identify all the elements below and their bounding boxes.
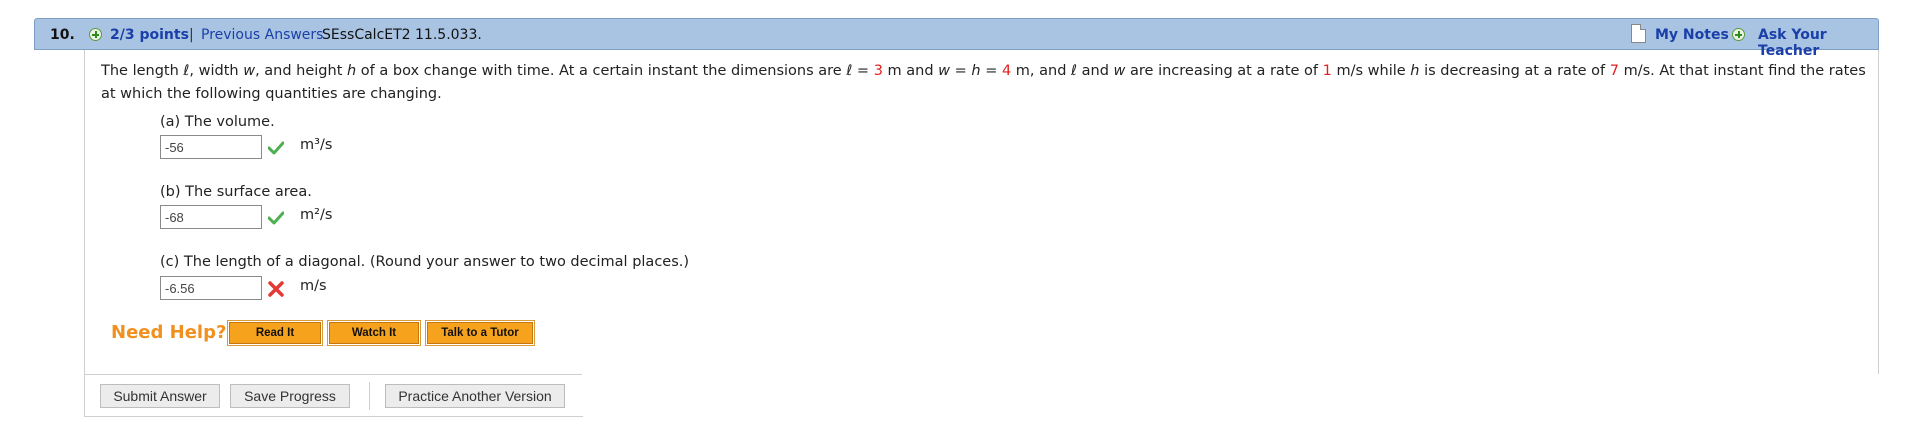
part-b-unit: m²/s xyxy=(300,207,333,223)
part-b-label: (b) The surface area. xyxy=(160,184,312,200)
my-notes-link[interactable]: My Notes xyxy=(1655,27,1729,43)
points-plus-icon[interactable] xyxy=(89,28,102,41)
part-a-unit: m³/s xyxy=(300,137,333,153)
practice-another-version-button[interactable]: Practice Another Version xyxy=(385,384,565,408)
part-c-answer-input[interactable] xyxy=(160,276,262,300)
width-height-value: 4 xyxy=(1001,63,1012,79)
question-number: 10. xyxy=(50,27,75,43)
problem-statement: The length ℓ, width w, and height h of a… xyxy=(101,63,1866,102)
frame-gap xyxy=(582,374,1880,377)
part-a-answer-input[interactable] xyxy=(160,135,262,159)
talk-to-tutor-button[interactable]: Talk to a Tutor xyxy=(425,320,535,346)
read-it-button[interactable]: Read It xyxy=(227,320,323,346)
previous-answers-link[interactable]: Previous Answers xyxy=(201,27,323,43)
footer-divider xyxy=(369,382,370,410)
submit-answer-button[interactable]: Submit Answer xyxy=(100,384,220,408)
length-value: 3 xyxy=(873,63,883,79)
part-c-unit: m/s xyxy=(300,278,327,294)
ask-teacher-plus-icon[interactable] xyxy=(1732,28,1745,41)
save-progress-button[interactable]: Save Progress xyxy=(230,384,350,408)
header-separator: | xyxy=(189,27,194,43)
part-b-answer-input[interactable] xyxy=(160,205,262,229)
correct-check-icon xyxy=(268,211,284,225)
decrease-rate-value: 7 xyxy=(1609,63,1619,79)
part-a-label: (a) The volume. xyxy=(160,114,275,130)
points-link[interactable]: 2/3 points xyxy=(110,27,189,43)
part-c-label: (c) The length of a diagonal. (Round you… xyxy=(160,254,690,270)
notes-icon[interactable] xyxy=(1631,24,1646,43)
watch-it-button[interactable]: Watch It xyxy=(327,320,421,346)
question-header: 10. 2/3 points | Previous Answers SEssCa… xyxy=(34,18,1879,59)
incorrect-x-icon xyxy=(268,281,284,297)
problem-code: SEssCalcET2 11.5.033. xyxy=(322,27,482,43)
correct-check-icon xyxy=(268,141,284,155)
increase-rate-value: 1 xyxy=(1322,63,1332,79)
need-help-title: Need Help? xyxy=(111,322,227,343)
